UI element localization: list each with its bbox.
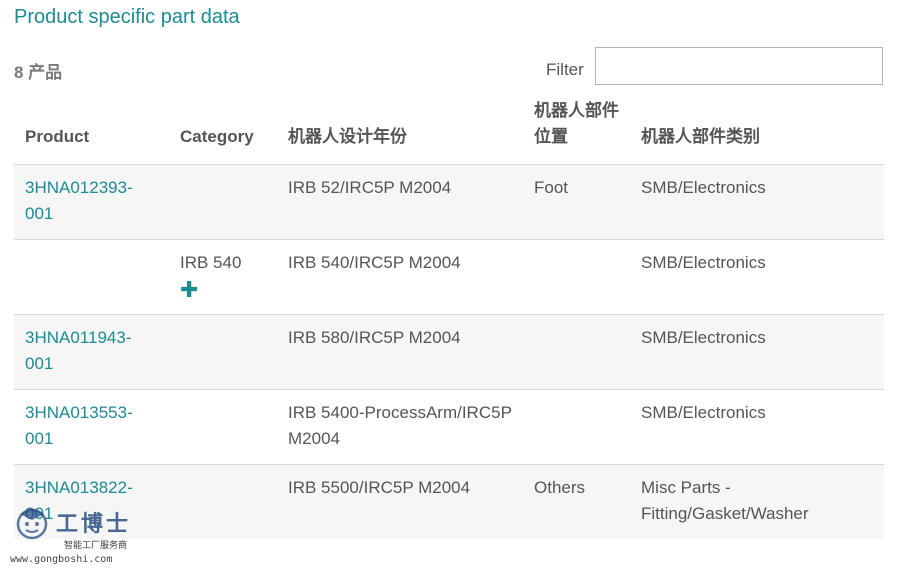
category-cell <box>169 390 277 465</box>
position-cell: Others <box>534 478 586 497</box>
table-row: 3HNA013553-001 IRB 5400-ProcessArm/IRC5P… <box>14 389 884 465</box>
design-cell: IRB 580/IRC5P M2004 <box>288 328 461 347</box>
plus-icon[interactable]: ✚ <box>180 278 266 302</box>
product-link[interactable]: 3HNA011943-001 <box>25 328 131 373</box>
type-cell: Misc Parts - Fitting/Gasket/Washer <box>641 478 809 523</box>
result-count: 8 产品 <box>14 63 63 82</box>
parts-table: Product Category 机器人设计年份 机器人部件位置 机器人部件类别… <box>14 98 884 539</box>
product-link[interactable]: 3HNA012393-001 <box>25 178 133 223</box>
column-header-product[interactable]: Product <box>14 98 169 165</box>
position-cell <box>523 315 630 390</box>
design-cell: IRB 52/IRC5P M2004 <box>288 178 452 197</box>
category-cell <box>169 465 277 540</box>
design-cell: IRB 5500/IRC5P M2004 <box>288 478 471 497</box>
column-header-design-year[interactable]: 机器人设计年份 <box>277 98 523 165</box>
category-cell: IRB 540 ✚ <box>169 240 277 315</box>
design-cell: IRB 5400-ProcessArm/IRC5P M2004 <box>288 403 512 448</box>
watermark-url: www.gongboshi.com <box>10 554 113 565</box>
watermark: 工博士 智能工厂服务商 www.gongboshi.com <box>8 498 158 578</box>
product-link[interactable]: 3HNA013553-001 <box>25 403 133 448</box>
table-row: 3HNA011943-001 IRB 580/IRC5P M2004 SMB/E… <box>14 314 884 390</box>
type-cell: SMB/Electronics <box>641 328 766 347</box>
watermark-name: 工博士 <box>56 511 132 536</box>
position-cell <box>523 390 630 465</box>
filter-label: Filter <box>546 60 584 79</box>
filter-input[interactable] <box>595 47 883 85</box>
page-title: Product specific part data <box>14 6 240 28</box>
category-cell <box>169 165 277 240</box>
type-cell: SMB/Electronics <box>641 253 766 272</box>
column-header-category[interactable]: Category <box>169 98 277 165</box>
category-label: IRB 540 <box>180 253 242 272</box>
table-row: 3HNA012393-001 IRB 52/IRC5P M2004 Foot S… <box>14 164 884 240</box>
type-cell: SMB/Electronics <box>641 178 766 197</box>
position-cell: Foot <box>534 178 569 197</box>
column-header-part-category[interactable]: 机器人部件类别 <box>630 98 884 165</box>
category-cell <box>169 315 277 390</box>
type-cell: SMB/Electronics <box>641 403 766 422</box>
position-cell <box>523 240 630 315</box>
watermark-logo-icon <box>16 508 48 540</box>
table-header-row: Product Category 机器人设计年份 机器人部件位置 机器人部件类别 <box>14 98 884 165</box>
table-row: IRB 540 ✚ IRB 540/IRC5P M2004 SMB/Electr… <box>14 239 884 315</box>
design-cell: IRB 540/IRC5P M2004 <box>288 253 461 272</box>
watermark-tagline: 智能工厂服务商 <box>64 540 128 550</box>
column-header-part-position[interactable]: 机器人部件位置 <box>523 98 630 165</box>
